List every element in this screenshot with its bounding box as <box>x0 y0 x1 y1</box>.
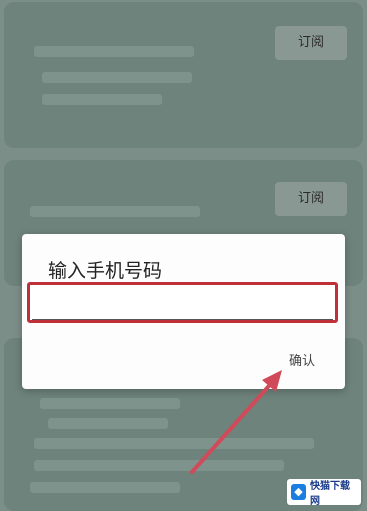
watermark-logo: ◆ 快猫下载网 <box>287 479 361 507</box>
logo-mark-icon: ◆ <box>291 484 307 500</box>
watermark-text: 快猫下载网 <box>310 481 351 507</box>
blurred-text <box>40 398 180 409</box>
dialog-title: 输入手机号码 <box>48 260 163 282</box>
blurred-text <box>42 94 162 105</box>
subscribe-button-1[interactable]: 订阅 <box>275 26 347 60</box>
input-underline <box>32 319 333 320</box>
blurred-text <box>34 438 314 449</box>
blurred-text <box>48 418 168 429</box>
blurred-text <box>42 72 192 83</box>
phone-number-dialog: 输入手机号码 确认 <box>22 234 345 389</box>
blurred-text <box>30 206 200 217</box>
blurred-text <box>34 46 194 57</box>
subscription-card-1: 订阅 <box>4 2 363 148</box>
blurred-text <box>30 482 180 493</box>
confirm-button[interactable]: 确认 <box>289 350 315 369</box>
phone-number-input[interactable] <box>27 282 338 323</box>
subscribe-button-2[interactable]: 订阅 <box>275 182 347 216</box>
blurred-text <box>34 460 284 471</box>
